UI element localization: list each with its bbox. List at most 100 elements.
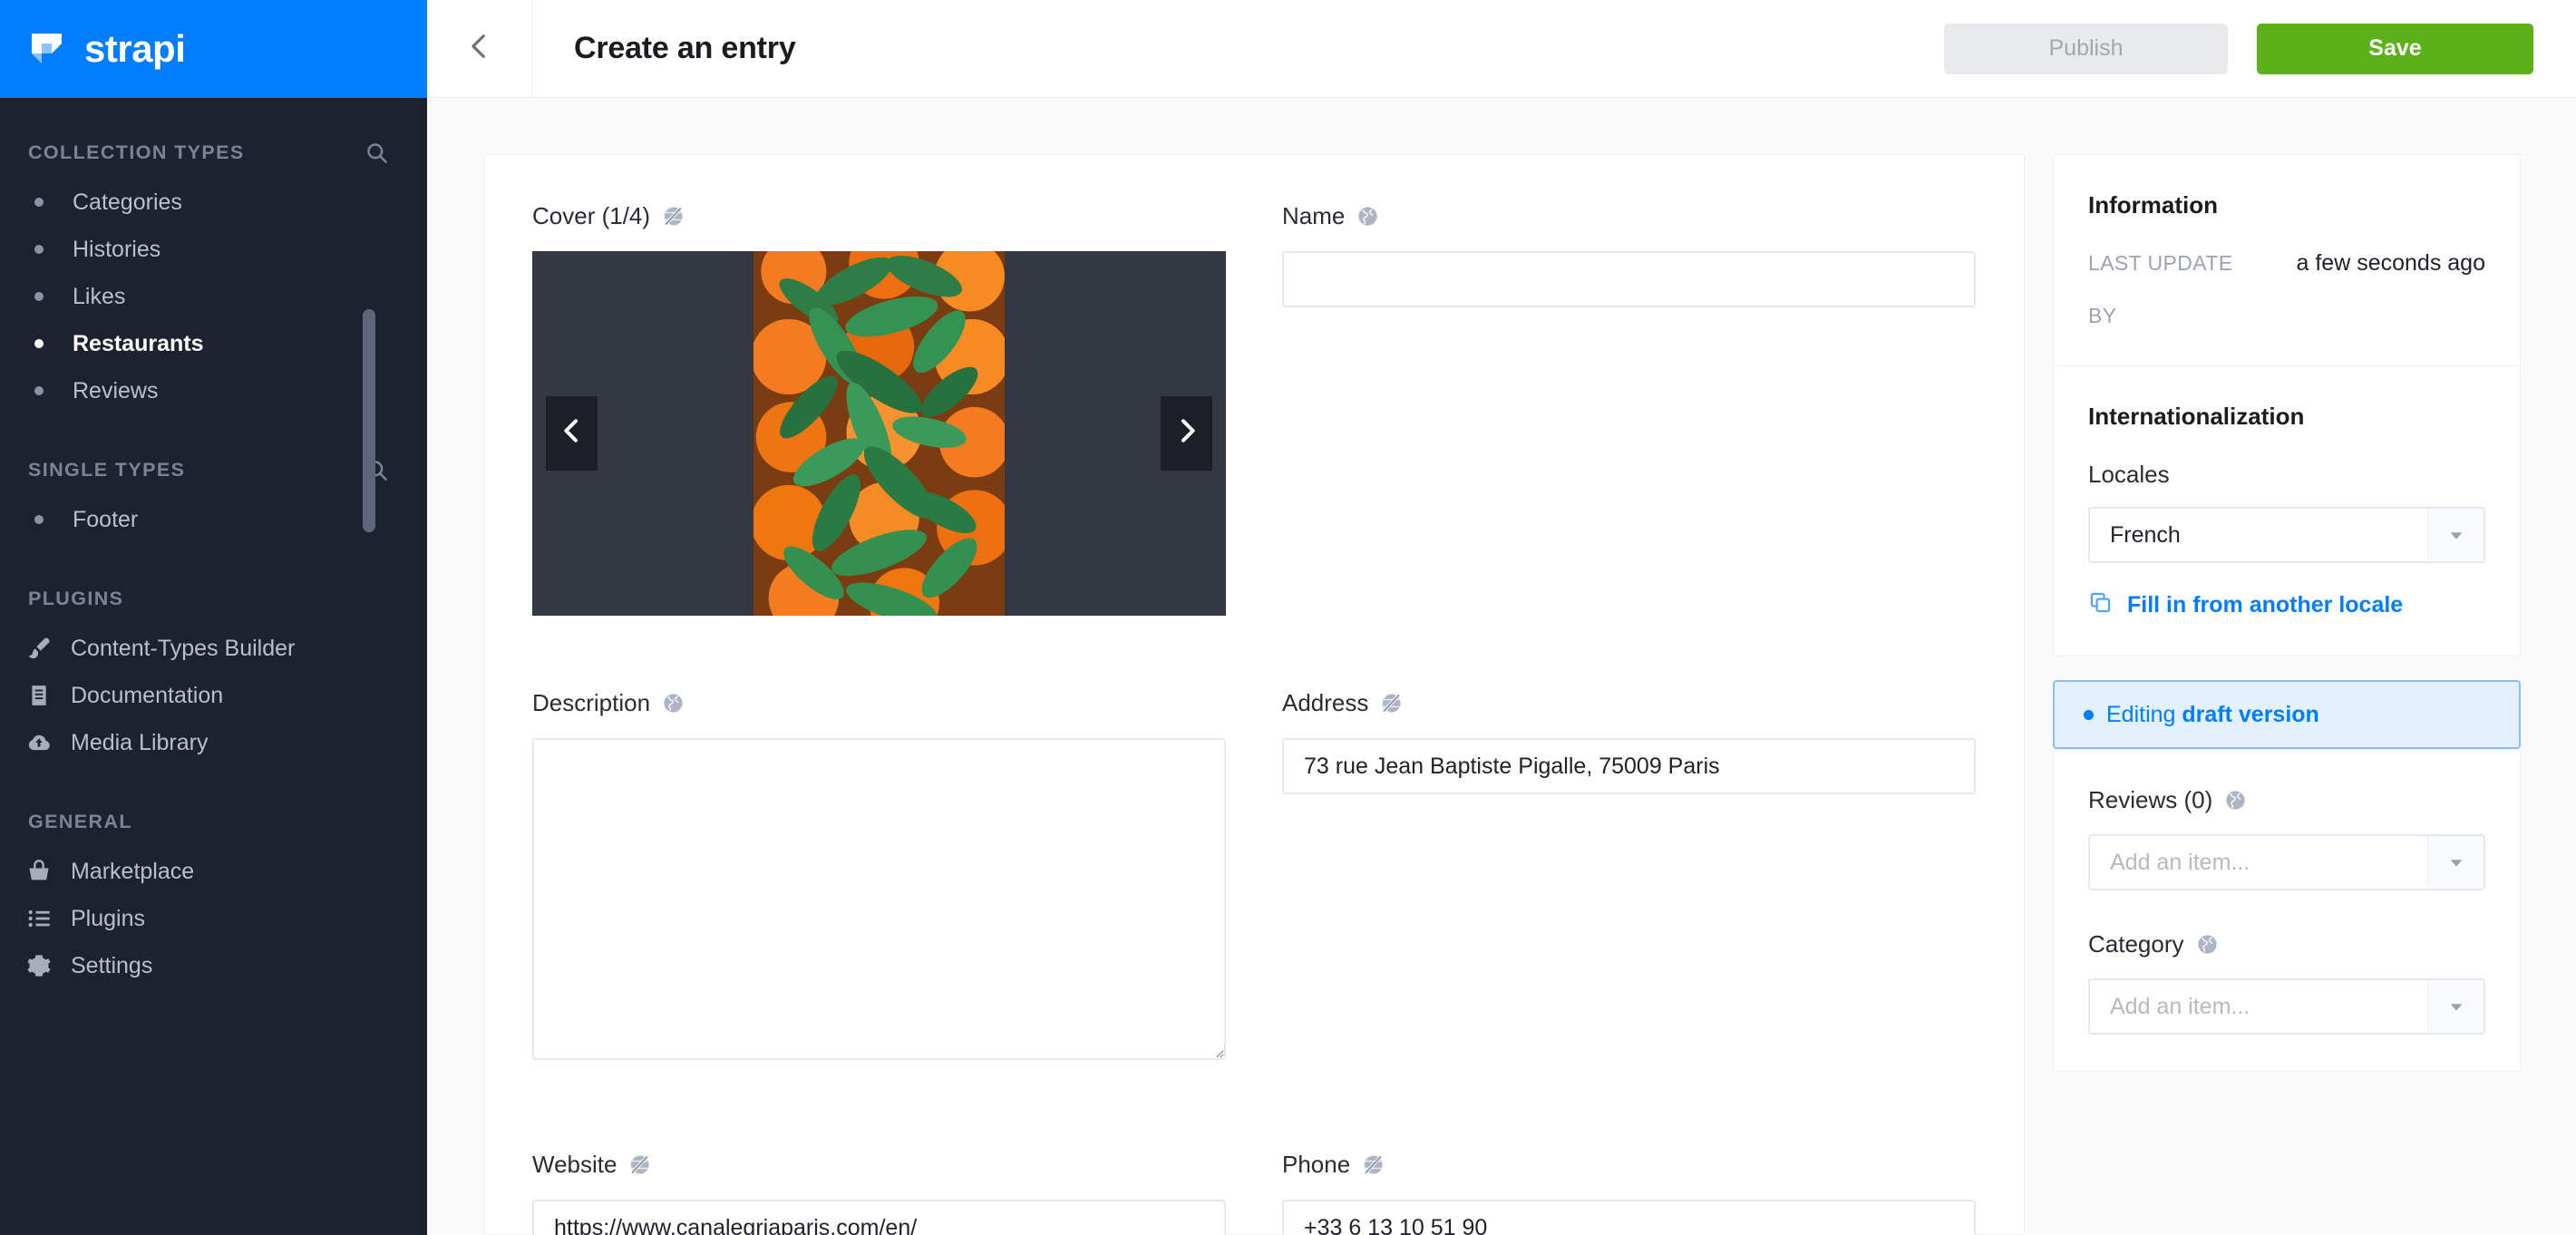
bullet-icon: [34, 515, 44, 524]
sidebar-nav: COLLECTION TYPES Categories Histories Li…: [0, 131, 427, 1235]
sidebar-scrollbar-thumb[interactable]: [363, 309, 375, 532]
app-root: strapi COLLECTION TYPES Categories Histo…: [0, 0, 2576, 1235]
sidebar-item-categories[interactable]: Categories: [0, 184, 427, 220]
name-field: Name: [1282, 202, 1976, 616]
sidebar-scrollbar[interactable]: [363, 309, 375, 532]
phone-input[interactable]: [1282, 1200, 1976, 1235]
description-label: Description: [532, 689, 651, 716]
sidebar-item-marketplace[interactable]: Marketplace: [0, 853, 427, 890]
topbar-actions: Publish Save: [1944, 23, 2576, 74]
sidebar-item-documentation[interactable]: Documentation: [0, 677, 427, 714]
globe-crossed-icon: [1361, 1152, 1385, 1177]
search-icon[interactable]: [365, 141, 389, 165]
locales-label: Locales: [2088, 461, 2170, 488]
gear-icon: [25, 952, 53, 979]
chevron-down-icon[interactable]: [2427, 836, 2484, 889]
info-row-last-update: LAST UPDATE a few seconds ago: [2088, 249, 2485, 277]
sidebar-item-label: Restaurants: [73, 330, 204, 356]
phone-field: Phone: [1282, 1151, 1976, 1235]
sidebar-item-label: Plugins: [71, 905, 145, 931]
publish-button[interactable]: Publish: [1944, 23, 2228, 74]
description-textarea[interactable]: [532, 738, 1226, 1060]
sidebar-item-label: Media Library: [71, 729, 209, 755]
information-section: Information LAST UPDATE a few seconds ag…: [2054, 155, 2520, 365]
category-select[interactable]: Add an item...: [2088, 978, 2485, 1035]
cover-label: Cover (1/4): [532, 202, 651, 229]
website-label: Website: [532, 1151, 617, 1178]
cover-field: Cover (1/4): [532, 202, 1226, 616]
website-input[interactable]: [532, 1200, 1226, 1235]
info-value: a few seconds ago: [2296, 249, 2485, 276]
info-key: LAST UPDATE: [2088, 250, 2233, 275]
sidebar-item-histories[interactable]: Histories: [0, 231, 427, 267]
fill-from-locale-link[interactable]: Fill in from another locale: [2088, 590, 2485, 619]
cover-carousel[interactable]: [532, 251, 1226, 616]
globe-crossed-icon: [1379, 691, 1404, 715]
cover-label-group: Cover (1/4): [532, 202, 1226, 230]
chevron-down-icon[interactable]: [2427, 509, 2484, 561]
internationalization-section: Internationalization Locales French Fill…: [2054, 366, 2520, 656]
sidebar-item-label: Marketplace: [71, 858, 195, 884]
sidebar-item-label: Categories: [73, 189, 182, 215]
draft-version-banner[interactable]: Editing draft version: [2053, 680, 2521, 749]
draft-banner-text: Editing draft version: [2106, 702, 2319, 728]
side-panel: Information LAST UPDATE a few seconds ag…: [2053, 154, 2521, 1235]
reviews-select[interactable]: Add an item...: [2088, 834, 2485, 890]
info-key: BY: [2088, 303, 2117, 327]
section-title: PLUGINS: [28, 587, 124, 609]
form-row-2: Description Address 73 rue Jean Baptiste…: [532, 689, 1976, 1060]
address-label: Address: [1282, 689, 1369, 716]
category-label: Category: [2088, 930, 2184, 958]
list-icon: [25, 905, 53, 932]
address-field: Address: [1282, 689, 1976, 1060]
carousel-next-button[interactable]: [1161, 396, 1212, 471]
locale-select[interactable]: French: [2088, 507, 2485, 563]
website-label-group: Website: [532, 1151, 1226, 1179]
name-input[interactable]: [1282, 251, 1976, 307]
chevron-left-icon: [464, 31, 495, 66]
fill-from-locale-label: Fill in from another locale: [2127, 591, 2404, 618]
sidebar-item-label: Likes: [73, 283, 126, 309]
bullet-icon: [34, 386, 44, 395]
paintbrush-icon: [25, 635, 53, 662]
sidebar-item-plugins[interactable]: Plugins: [0, 900, 427, 937]
cover-image: [753, 251, 1005, 616]
category-select-placeholder: Add an item...: [2110, 993, 2250, 1019]
section-title: COLLECTION TYPES: [28, 141, 245, 163]
website-field: Website: [532, 1151, 1226, 1235]
sidebar-item-settings[interactable]: Settings: [0, 948, 427, 984]
bullet-icon: [34, 339, 44, 348]
main-area: Create an entry Publish Save Cover (1/4): [427, 0, 2576, 1235]
sidebar-item-content-types-builder[interactable]: Content-Types Builder: [0, 630, 427, 666]
reviews-label-group: Reviews (0): [2088, 786, 2485, 814]
sidebar-item-label: Histories: [73, 236, 161, 262]
brand-header[interactable]: strapi: [0, 0, 427, 98]
chevron-down-icon[interactable]: [2427, 980, 2484, 1033]
brand-name: strapi: [84, 27, 186, 70]
copy-icon: [2088, 590, 2113, 619]
carousel-prev-button[interactable]: [546, 396, 598, 471]
section-header-plugins: PLUGINS: [0, 578, 427, 619]
relations-panel: Reviews (0) Add an item... Category Add …: [2053, 749, 2521, 1072]
phone-label: Phone: [1282, 1151, 1351, 1178]
sidebar-item-media-library[interactable]: Media Library: [0, 724, 427, 761]
sidebar: strapi COLLECTION TYPES Categories Histo…: [0, 0, 427, 1235]
sidebar-item-label: Content-Types Builder: [71, 635, 296, 661]
globe-icon: [2223, 788, 2248, 812]
address-input[interactable]: [1282, 738, 1976, 794]
form-row-3: Website https://www.canalegriaparis.com/…: [532, 1151, 1976, 1235]
chevron-right-icon: [1172, 415, 1201, 452]
reviews-select-placeholder: Add an item...: [2110, 849, 2250, 875]
sidebar-item-label: Footer: [73, 506, 139, 532]
save-button[interactable]: Save: [2257, 23, 2533, 74]
phone-label-group: Phone: [1282, 1151, 1976, 1179]
globe-icon: [1356, 204, 1380, 229]
address-label-group: Address: [1282, 689, 1976, 717]
locale-select-value: French: [2110, 521, 2181, 548]
bullet-icon: [34, 292, 44, 301]
draft-prefix: Editing: [2106, 701, 2182, 727]
status-dot-icon: [2084, 709, 2094, 720]
globe-crossed-icon: [661, 204, 685, 229]
back-button[interactable]: [427, 0, 532, 98]
